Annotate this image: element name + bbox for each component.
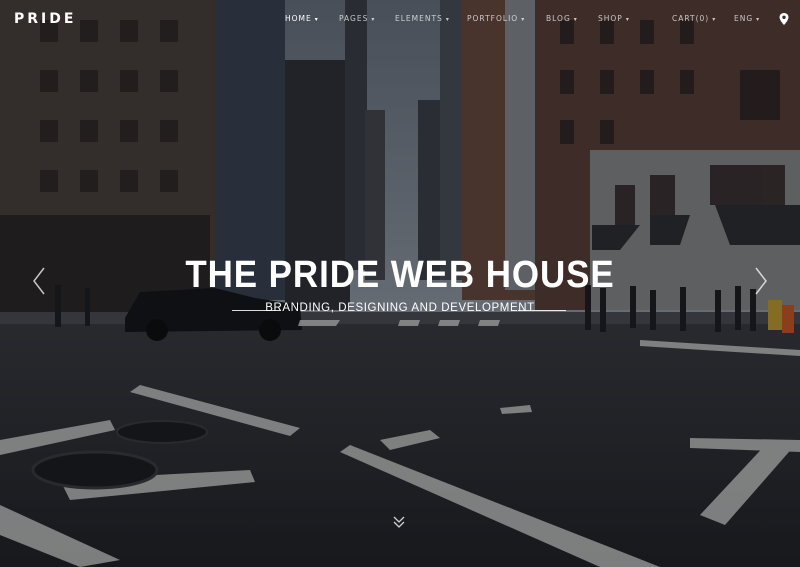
caret-down-icon: ▾	[712, 16, 717, 23]
nav-item-label: PORTFOLIO	[467, 14, 519, 23]
nav-item-portfolio[interactable]: PORTFOLIO ▾	[467, 14, 525, 23]
nav-item-shop[interactable]: SHOP ▾	[598, 14, 630, 23]
nav-item-home[interactable]: HOME ▾	[285, 14, 319, 23]
chevron-right-icon[interactable]	[752, 266, 770, 296]
top-navbar: PRIDE HOME ▾ PAGES ▾ ELEMENTS ▾ PORTFOLIO ▾ …	[0, 0, 800, 38]
hero-subtitle-row: BRANDING, DESIGNING AND DEVELOPMENT	[0, 302, 800, 316]
hero-subtitle: BRANDING, DESIGNING AND DEVELOPMENT	[265, 302, 535, 314]
nav-item-cart[interactable]: CART(0) ▾	[672, 14, 716, 23]
nav-item-label: HOME	[285, 14, 312, 23]
caret-down-icon: ▾	[445, 16, 450, 23]
caret-down-icon: ▾	[371, 16, 376, 23]
double-chevron-down-icon[interactable]	[392, 515, 406, 529]
caret-down-icon: ▾	[756, 16, 761, 23]
nav-item-label: ELEMENTS	[395, 14, 443, 23]
nav-item-label: BLOG	[546, 14, 571, 23]
nav-item-label: PAGES	[339, 14, 369, 23]
chevron-left-icon[interactable]	[30, 266, 48, 296]
nav-item-label: SHOP	[598, 14, 623, 23]
caret-down-icon: ▾	[521, 16, 526, 23]
subtitle-divider-right	[518, 310, 566, 311]
caret-down-icon: ▾	[573, 16, 578, 23]
map-pin-icon[interactable]	[779, 13, 789, 25]
nav-item-elements[interactable]: ELEMENTS ▾	[395, 14, 450, 23]
nav-item-label: ENG	[734, 14, 754, 23]
nav-item-pages[interactable]: PAGES ▾	[339, 14, 375, 23]
caret-down-icon: ▾	[314, 16, 319, 23]
nav-item-blog[interactable]: BLOG ▾	[546, 14, 578, 23]
nav-item-label: CART(0)	[672, 14, 710, 23]
nav-item-language[interactable]: ENG ▾	[734, 14, 760, 23]
hero-title: THE PRIDE WEB HOUSE	[185, 254, 615, 296]
caret-down-icon: ▾	[625, 16, 630, 23]
brand-logo[interactable]: PRIDE	[14, 11, 76, 27]
